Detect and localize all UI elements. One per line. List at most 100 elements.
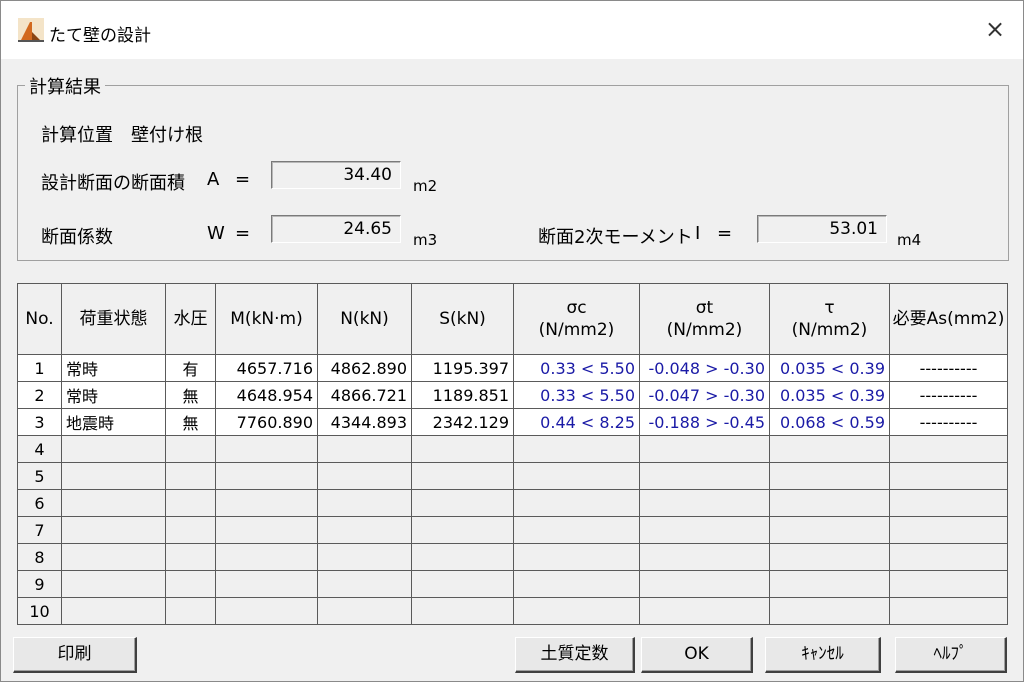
cell-no[interactable]: 9 (17, 570, 62, 598)
cell-water[interactable] (165, 516, 216, 544)
cell-sigma-t[interactable] (639, 462, 770, 490)
cell-no[interactable]: 4 (17, 435, 62, 463)
table-row[interactable]: 8 (17, 543, 1008, 571)
cell-sigma-c[interactable] (513, 543, 640, 571)
cell-m[interactable]: 7760.890 (215, 408, 318, 436)
cell-n[interactable] (317, 462, 412, 490)
cell-n[interactable] (317, 543, 412, 571)
cell-sigma-t[interactable] (639, 570, 770, 598)
cell-n[interactable] (317, 597, 412, 625)
cell-m[interactable] (215, 489, 318, 517)
cell-s[interactable] (411, 597, 514, 625)
cell-as[interactable]: ---------- (889, 408, 1008, 436)
print-button[interactable]: 印刷 (13, 637, 137, 673)
cell-tau[interactable] (769, 489, 890, 517)
table-row[interactable]: 9 (17, 570, 1008, 598)
cell-m[interactable]: 4657.716 (215, 354, 318, 382)
cell-sigma-c[interactable]: 0.44 < 8.25 (513, 408, 640, 436)
cell-s[interactable] (411, 435, 514, 463)
cell-no[interactable]: 10 (17, 597, 62, 625)
help-button[interactable]: ﾍﾙﾌﾟ (895, 637, 1007, 673)
cell-no[interactable]: 2 (17, 381, 62, 409)
cell-sigma-t[interactable]: -0.188 > -0.45 (639, 408, 770, 436)
cell-sigma-c[interactable] (513, 570, 640, 598)
cell-tau[interactable] (769, 462, 890, 490)
cell-sigma-t[interactable] (639, 543, 770, 571)
cell-no[interactable]: 5 (17, 462, 62, 490)
cell-s[interactable] (411, 462, 514, 490)
cell-sigma-t[interactable] (639, 435, 770, 463)
cell-sigma-c[interactable]: 0.33 < 5.50 (513, 354, 640, 382)
cell-s[interactable]: 1195.397 (411, 354, 514, 382)
cell-as[interactable] (889, 543, 1008, 571)
cell-as[interactable] (889, 462, 1008, 490)
cell-n[interactable] (317, 489, 412, 517)
cell-s[interactable] (411, 543, 514, 571)
cell-m[interactable] (215, 543, 318, 571)
cell-case[interactable] (61, 543, 166, 571)
cell-sigma-c[interactable] (513, 462, 640, 490)
cell-as[interactable] (889, 570, 1008, 598)
cell-s[interactable]: 1189.851 (411, 381, 514, 409)
cell-n[interactable]: 4862.890 (317, 354, 412, 382)
cell-sigma-c[interactable] (513, 489, 640, 517)
cell-tau[interactable] (769, 597, 890, 625)
cell-as[interactable]: ---------- (889, 381, 1008, 409)
cell-water[interactable] (165, 597, 216, 625)
cell-no[interactable]: 1 (17, 354, 62, 382)
table-row[interactable]: 3 地震時 無 7760.890 4344.893 2342.129 0.44 … (17, 408, 1008, 436)
cell-n[interactable] (317, 516, 412, 544)
cell-sigma-c[interactable] (513, 435, 640, 463)
table-row[interactable]: 6 (17, 489, 1008, 517)
cell-n[interactable] (317, 570, 412, 598)
cell-tau[interactable]: 0.035 < 0.39 (769, 354, 890, 382)
cell-tau[interactable] (769, 570, 890, 598)
cell-n[interactable] (317, 435, 412, 463)
cell-s[interactable] (411, 516, 514, 544)
table-row[interactable]: 4 (17, 435, 1008, 463)
cell-no[interactable]: 7 (17, 516, 62, 544)
cell-s[interactable] (411, 489, 514, 517)
cell-water[interactable] (165, 489, 216, 517)
cell-as[interactable] (889, 516, 1008, 544)
cell-case[interactable] (61, 570, 166, 598)
table-row[interactable]: 10 (17, 597, 1008, 625)
cell-no[interactable]: 6 (17, 489, 62, 517)
cell-as[interactable]: ---------- (889, 354, 1008, 382)
cell-tau[interactable] (769, 516, 890, 544)
cell-sigma-t[interactable]: -0.048 > -0.30 (639, 354, 770, 382)
cell-case[interactable] (61, 597, 166, 625)
cell-sigma-t[interactable] (639, 597, 770, 625)
cell-sigma-c[interactable]: 0.33 < 5.50 (513, 381, 640, 409)
cell-as[interactable] (889, 489, 1008, 517)
cell-sigma-t[interactable] (639, 489, 770, 517)
cell-water[interactable]: 有 (165, 354, 216, 382)
cell-tau[interactable] (769, 543, 890, 571)
cell-m[interactable]: 4648.954 (215, 381, 318, 409)
cell-water[interactable] (165, 435, 216, 463)
cell-case[interactable]: 常時 (61, 381, 166, 409)
cell-water[interactable] (165, 570, 216, 598)
cell-as[interactable] (889, 435, 1008, 463)
cell-case[interactable]: 常時 (61, 354, 166, 382)
cell-water[interactable]: 無 (165, 381, 216, 409)
cell-no[interactable]: 8 (17, 543, 62, 571)
ok-button[interactable]: OK (641, 637, 753, 673)
cell-water[interactable]: 無 (165, 408, 216, 436)
soil-constants-button[interactable]: 土質定数 (515, 637, 635, 673)
table-row[interactable]: 2 常時 無 4648.954 4866.721 1189.851 0.33 <… (17, 381, 1008, 409)
cell-case[interactable] (61, 462, 166, 490)
cell-case[interactable] (61, 516, 166, 544)
table-row[interactable]: 1 常時 有 4657.716 4862.890 1195.397 0.33 <… (17, 354, 1008, 382)
cell-water[interactable] (165, 462, 216, 490)
table-row[interactable]: 7 (17, 516, 1008, 544)
cell-as[interactable] (889, 597, 1008, 625)
close-icon[interactable]: × (981, 15, 1009, 43)
cell-m[interactable] (215, 462, 318, 490)
cell-m[interactable] (215, 435, 318, 463)
cell-tau[interactable]: 0.035 < 0.39 (769, 381, 890, 409)
cell-m[interactable] (215, 597, 318, 625)
cell-case[interactable] (61, 435, 166, 463)
cell-case[interactable]: 地震時 (61, 408, 166, 436)
cell-n[interactable]: 4344.893 (317, 408, 412, 436)
